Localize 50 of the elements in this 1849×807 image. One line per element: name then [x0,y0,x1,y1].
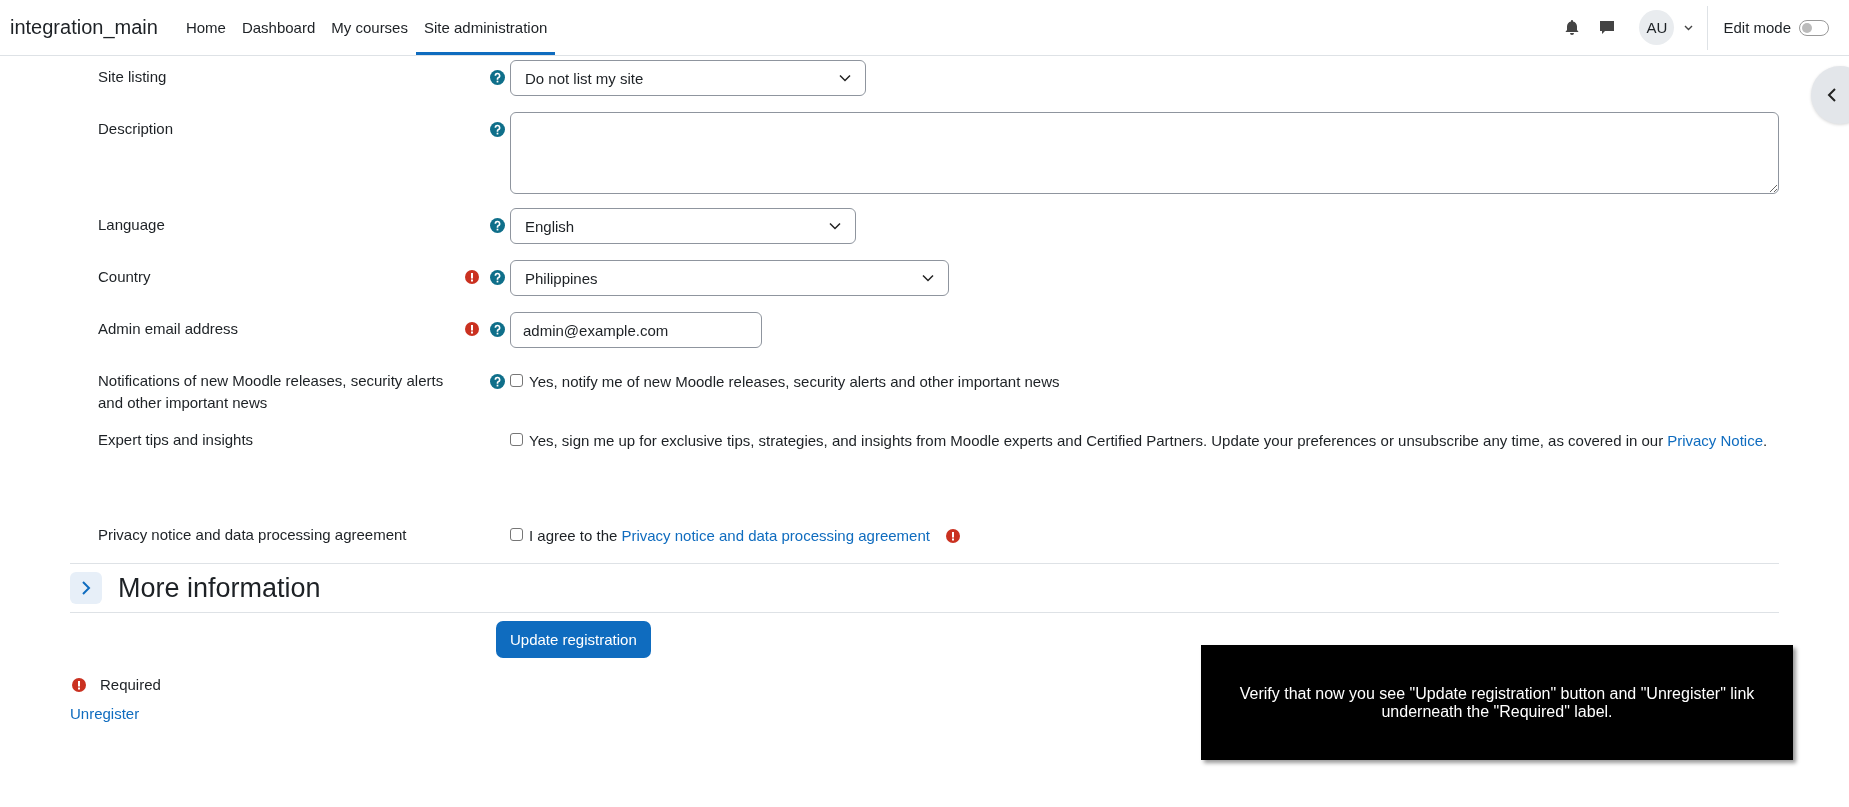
required-label: Required [100,676,161,693]
nav-link[interactable]: Home [177,3,234,55]
help-icon[interactable] [490,374,505,389]
select-field[interactable]: English [510,208,856,244]
required-icon [72,677,86,692]
help-icon[interactable] [490,70,505,85]
help-icon[interactable] [490,270,505,285]
expand-button[interactable] [70,572,102,604]
caret-icon[interactable] [1684,24,1694,31]
field-label: Language [98,215,166,235]
unregister-link[interactable]: Unregister [70,705,140,722]
update-registration-button[interactable]: Update registration [496,621,651,658]
field-label: Admin email address [98,319,240,339]
chevron-left-icon [1827,88,1837,102]
field-label: Site listing [98,67,168,87]
description-textarea[interactable] [510,112,1779,194]
help-icon[interactable] [490,322,505,337]
field-label: Notifications of new Moodle releases, security alerts and other important news [98,371,445,413]
checkbox[interactable] [510,528,523,541]
edit-mode-label: Edit mode [1723,19,1791,36]
site-name[interactable]: integration_main [10,0,158,55]
select-field[interactable]: Do not list my site [510,60,866,96]
email-input[interactable]: admin@example.com [510,312,762,348]
section-heading: More information [118,572,321,604]
select-field[interactable]: Philippines [510,260,949,296]
field-label: Expert tips and insights [98,430,255,450]
nav-link[interactable]: My courses [323,3,416,55]
chevron-down-icon [829,222,841,230]
privacy-link[interactable]: Privacy Notice [1667,432,1764,449]
checkbox[interactable] [510,433,523,446]
checkbox-label: Yes, notify me of new Moodle releases, security alerts and other important news [529,372,1060,392]
help-icon[interactable] [490,122,505,137]
bell-icon[interactable] [1565,19,1580,36]
nav-link[interactable]: Dashboard [233,3,324,55]
edit-mode-toggle[interactable] [1799,19,1829,36]
field-label: Description [98,119,175,139]
instruction-overlay: Verify that now you see "Update registration" button and "Unregister" link underneath the "Required" label. [1201,645,1793,760]
field-label: Privacy notice and data processing agreement [98,525,408,545]
help-icon[interactable] [490,218,505,233]
privacy-link[interactable]: Privacy notice and data processing agreement [621,527,930,544]
checkbox-label: I agree to the Privacy notice and data processing agreement [529,526,930,546]
chat-bubble-icon[interactable] [1599,19,1616,36]
checkbox-label: Yes, sign me up for exclusive tips, strategies, and insights from Moodle experts and Certified Partners. Update your preferences or unsubscribe any time, as covered in our Privacy Notice. [529,431,1768,451]
chevron-down-icon [839,74,851,82]
checkbox[interactable] [510,374,523,387]
user-avatar[interactable]: AU [1639,10,1675,45]
chevron-right-icon [81,581,91,595]
nav-link[interactable]: Site administration [415,3,556,55]
chevron-down-icon [922,274,934,282]
field-label: Country [98,267,152,287]
